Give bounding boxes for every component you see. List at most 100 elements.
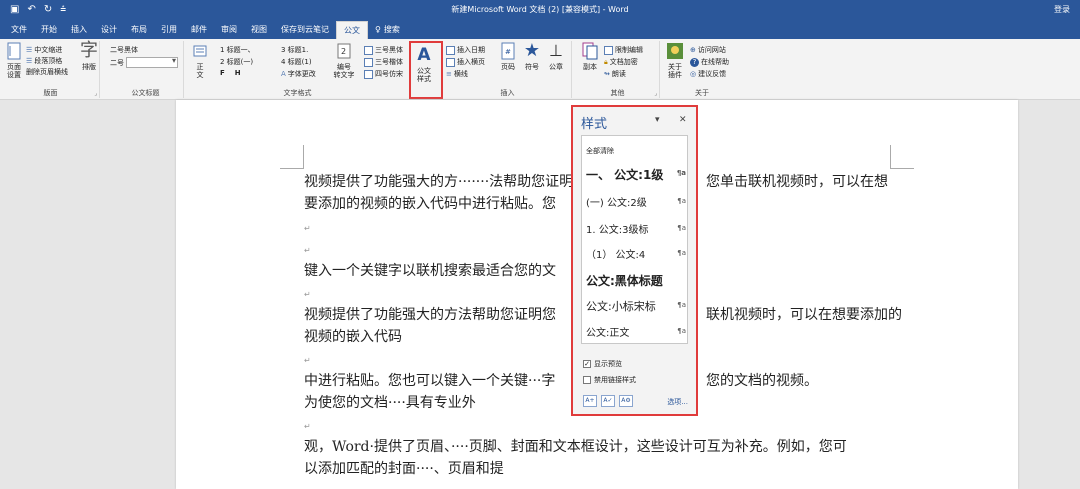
tab-file[interactable]: 文件	[4, 21, 34, 39]
tab-layout[interactable]: 布局	[124, 21, 154, 39]
heading2-button[interactable]: 2 标题(一)	[220, 57, 253, 67]
heading3-button[interactable]: 3 标题1.	[281, 45, 308, 55]
new-style-icon[interactable]: A+	[583, 395, 597, 407]
tab-design[interactable]: 设计	[94, 21, 124, 39]
style-item[interactable]: 1. 公文:3级标 ¶a	[586, 221, 686, 236]
font1-icon	[364, 45, 373, 55]
online-help-button[interactable]: ? 在线帮助	[690, 57, 729, 67]
h-button[interactable]: H	[235, 69, 241, 77]
font-change-button[interactable]: A 字体更改	[281, 69, 316, 79]
style-item[interactable]: 公文:正文 ¶a	[586, 324, 686, 339]
seal-button[interactable]: ⊥ 公章	[546, 41, 566, 72]
pane-dropdown-icon[interactable]: ▾	[655, 115, 660, 125]
paragraph-style-icon: ¶a	[677, 197, 686, 205]
style-item[interactable]: 公文:黑体标题	[586, 272, 686, 289]
clear-all-style[interactable]: 全部清除	[586, 146, 686, 156]
body-text-button[interactable]: 正 文	[190, 41, 210, 79]
paragraph-6b[interactable]: 您的文档的视频。	[706, 370, 906, 392]
f-h-row: F H	[220, 69, 241, 77]
tab-search[interactable]: ♀ 搜索	[368, 21, 407, 39]
visit-site-label: 访问网站	[697, 46, 726, 54]
style-inspector-icon[interactable]: A✓	[601, 395, 615, 407]
title-font-size2[interactable]: 二号	[110, 56, 178, 68]
tab-mailings[interactable]: 邮件	[184, 21, 214, 39]
tab-references[interactable]: 引用	[154, 21, 184, 39]
body-text-label: 正 文	[196, 63, 204, 79]
about-plugin-button[interactable]: 关于 插件	[664, 41, 686, 79]
manage-styles-icon[interactable]: A⚙	[619, 395, 633, 407]
title-font-size1[interactable]: 二号黑体	[110, 45, 138, 55]
heading1-button[interactable]: 1 标题一、	[220, 45, 255, 55]
copy-icon	[580, 41, 600, 61]
group-about-label: 关于	[695, 89, 709, 97]
heading4-label: 4 标题(1)	[281, 58, 312, 66]
font2-button[interactable]: 三号楷体	[364, 57, 403, 67]
window-title: 新建Microsoft Word 文档 (2) [兼容模式] - Word	[451, 5, 629, 14]
font1-button[interactable]: 三号黑体	[364, 45, 403, 55]
title-font-size2-label: 二号	[110, 58, 124, 67]
tab-view[interactable]: 视图	[244, 21, 274, 39]
online-help-label: 在线帮助	[701, 58, 729, 66]
paragraph-9[interactable]: 以添加匹配的封面····、页眉和提	[304, 458, 904, 480]
style-item[interactable]: 公文:小标宋标 ¶a	[586, 298, 686, 314]
tab-insert[interactable]: 插入	[64, 21, 94, 39]
paragraph-8[interactable]: 观，Word·提供了页眉、····页脚、封面和文本框设计，这些设计可互为补充。例…	[304, 436, 904, 458]
ribbon-tabs: 文件 开始 插入 设计 布局 引用 邮件 审阅 视图 保存到云笔记 公文 ♀ 搜…	[0, 19, 1080, 39]
undo-icon[interactable]: ↶	[27, 0, 35, 19]
customize-qat-icon[interactable]: ⩮	[60, 0, 66, 19]
layout-launcher-icon[interactable]: ⌟	[94, 90, 97, 97]
paragraph-style-icon: ¶a	[677, 249, 686, 257]
styles-pane-title: 样式	[581, 117, 608, 132]
typeset-button[interactable]: 字 排版	[80, 41, 98, 72]
close-icon[interactable]: ✕	[679, 115, 687, 125]
paragraph-4b[interactable]: 联机视频时，可以在想要添加的	[706, 304, 906, 326]
encrypt-button[interactable]: 🔒︎ 文档加密	[604, 57, 638, 67]
style-item[interactable]: (一) 公文:2级 ¶a	[586, 194, 686, 209]
visit-site-button[interactable]: ⊕ 访问网站	[690, 45, 726, 55]
group-insert: 插入日期 插入横页 ≡ 横线 # 页码 ★ 符号 ⊥ 公章 插入	[444, 41, 572, 98]
numbering-icon: 2	[334, 41, 354, 61]
doc-style-highlight	[409, 41, 443, 99]
style-name: (一) 公文:2级	[586, 198, 647, 209]
document-area: 视频提供了功能强大的方·······法帮助您证明 您单击联机视频时，可以在想 要…	[0, 100, 1080, 489]
style-item[interactable]: 一、 公文:1级 ¶a	[586, 166, 686, 183]
login-link[interactable]: 登录	[1054, 0, 1070, 19]
save-icon[interactable]: ▣	[10, 0, 19, 19]
paragraph-1b[interactable]: 您单击联机视频时，可以在想	[706, 171, 906, 193]
feedback-button[interactable]: ◎ 建议反馈	[690, 69, 726, 79]
numbering-button[interactable]: 2 编号 转文字	[332, 41, 356, 79]
hline-button[interactable]: ≡ 横线	[446, 69, 468, 79]
tab-home[interactable]: 开始	[34, 21, 64, 39]
group-insert-label: 插入	[500, 89, 515, 97]
page-number-button[interactable]: # 页码	[498, 41, 518, 71]
paragraph-style-icon: ¶a	[677, 224, 686, 232]
options-link[interactable]: 选项...	[667, 397, 688, 407]
other-launcher-icon[interactable]: ⌟	[654, 90, 657, 97]
tab-gongwen[interactable]: 公文	[336, 21, 368, 39]
indent-button[interactable]: ☰ 中文缩进	[26, 45, 62, 55]
style-name: 公文:正文	[586, 328, 630, 339]
read-aloud-button[interactable]: ↬ 朗读	[604, 69, 626, 79]
checkbox-checked-icon: ✓	[583, 360, 591, 368]
insert-landscape-button[interactable]: 插入横页	[446, 57, 485, 67]
tab-cloud-notes[interactable]: 保存到云笔记	[274, 21, 336, 39]
seal-label: 公章	[549, 63, 563, 71]
font3-button[interactable]: 四号仿宋	[364, 69, 403, 79]
remove-header-line-button[interactable]: 删除页眉横线	[26, 67, 68, 77]
f-button[interactable]: F	[220, 69, 225, 77]
restrict-edit-button[interactable]: 限制编辑	[604, 45, 643, 55]
redo-icon[interactable]: ↻	[44, 0, 52, 19]
group-about: 关于 插件 ⊕ 访问网站 ? 在线帮助 ◎ 建议反馈 关于	[662, 41, 742, 98]
style-item[interactable]: （1） 公文:4 ¶a	[586, 246, 686, 261]
top-align-button[interactable]: ☰ 段落顶格	[26, 56, 62, 66]
read-aloud-label: 朗读	[611, 70, 626, 78]
insert-date-button[interactable]: 插入日期	[446, 45, 485, 55]
copy-button[interactable]: 副本	[580, 41, 600, 71]
symbol-button[interactable]: ★ 符号	[522, 41, 542, 72]
title-font-combo[interactable]	[126, 56, 178, 68]
tab-review[interactable]: 审阅	[214, 21, 244, 39]
disable-linked-checkbox[interactable]: 禁用链接样式	[583, 375, 636, 385]
page-setup-button[interactable]: 页面 设置	[4, 41, 24, 79]
heading4-button[interactable]: 4 标题(1)	[281, 57, 312, 67]
show-preview-checkbox[interactable]: ✓ 显示预览	[583, 359, 622, 369]
